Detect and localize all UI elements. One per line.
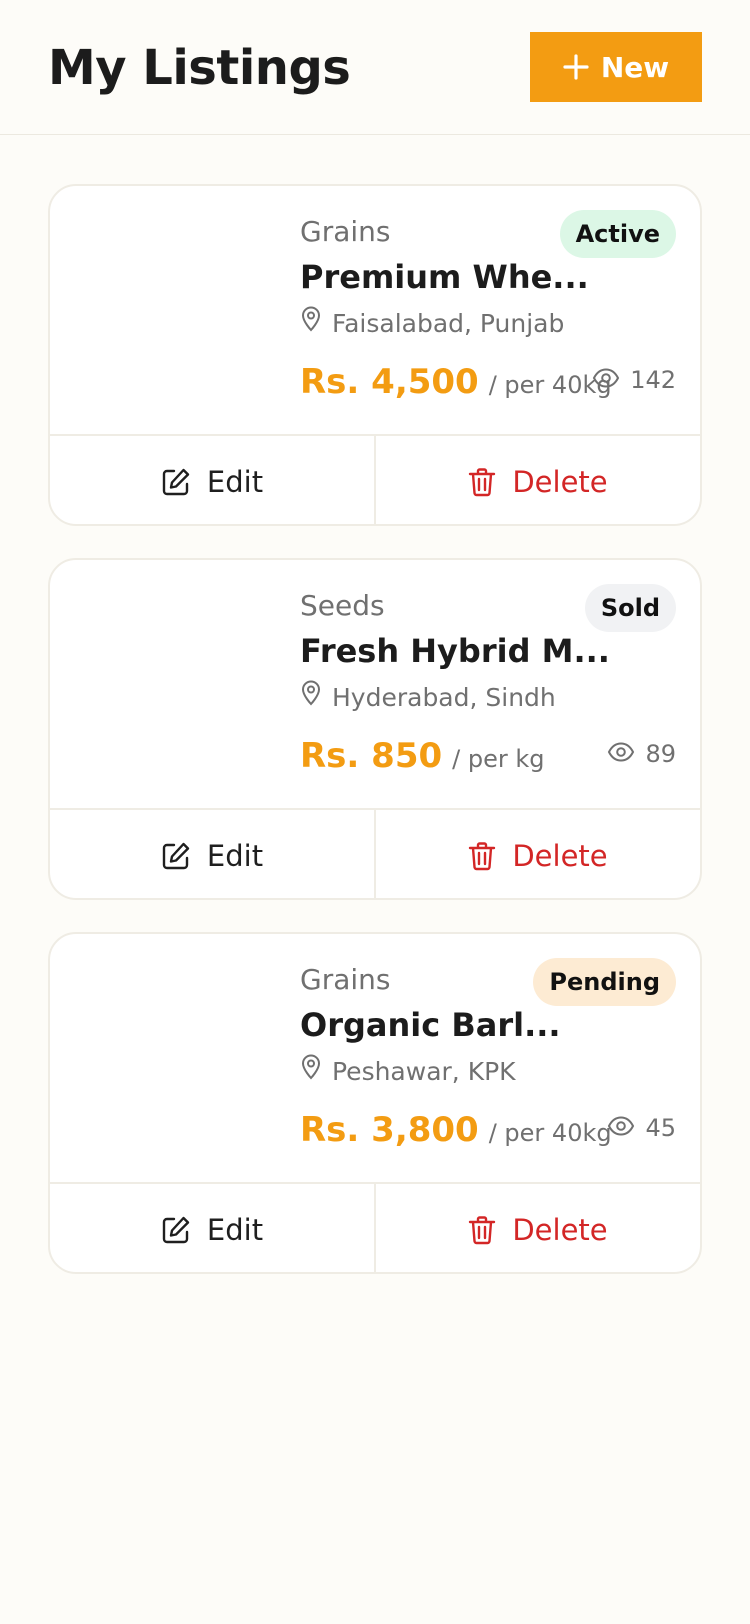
listing-category: Seeds bbox=[300, 589, 385, 622]
new-button-label: New bbox=[600, 50, 670, 84]
map-pin-icon bbox=[300, 680, 322, 715]
map-pin-icon bbox=[300, 1054, 322, 1089]
eye-icon bbox=[607, 1114, 635, 1142]
trash-icon bbox=[468, 841, 496, 871]
delete-label: Delete bbox=[512, 1213, 608, 1247]
listing-title: Fresh Hybrid M... bbox=[300, 632, 610, 670]
price-row: Rs. 850 / per kg bbox=[300, 736, 545, 776]
view-count: 142 bbox=[592, 366, 676, 394]
trash-icon bbox=[468, 467, 496, 497]
listing-title: Premium Whe... bbox=[300, 258, 589, 296]
listing-actions: Edit Delete bbox=[50, 808, 700, 898]
eye-icon bbox=[607, 740, 635, 768]
status-badge: Active bbox=[559, 210, 676, 258]
trash-icon bbox=[468, 1215, 496, 1245]
listing-actions: Edit Delete bbox=[50, 1182, 700, 1272]
new-listing-button[interactable]: New bbox=[530, 32, 702, 102]
edit-button[interactable]: Edit bbox=[50, 810, 376, 898]
delete-label: Delete bbox=[512, 465, 608, 499]
listing-location: Peshawar, KPK bbox=[300, 1054, 516, 1089]
listing-image bbox=[70, 580, 280, 790]
price-unit: / per kg bbox=[452, 745, 545, 773]
edit-label: Edit bbox=[206, 1213, 264, 1247]
views-text: 89 bbox=[645, 740, 676, 768]
listing-price: Rs. 850 bbox=[300, 736, 443, 776]
listing-title: Organic Barl... bbox=[300, 1006, 561, 1044]
edit-button[interactable]: Edit bbox=[50, 436, 376, 524]
view-count: 45 bbox=[607, 1114, 676, 1142]
view-count: 89 bbox=[607, 740, 676, 768]
listings-list: Grains Active Premium Whe... Faisalabad,… bbox=[48, 184, 702, 1306]
price-row: Rs. 4,500 / per 40kg bbox=[300, 362, 612, 402]
app-header: My Listings New bbox=[0, 0, 750, 135]
listing-category: Grains bbox=[300, 215, 391, 248]
price-unit: / per 40kg bbox=[488, 1119, 612, 1147]
listing-image bbox=[70, 954, 280, 1164]
listing-image bbox=[70, 206, 280, 416]
edit-label: Edit bbox=[206, 839, 264, 873]
delete-button[interactable]: Delete bbox=[376, 1184, 700, 1272]
edit-icon bbox=[161, 841, 191, 871]
edit-icon bbox=[161, 467, 191, 497]
views-text: 45 bbox=[645, 1114, 676, 1142]
listing-card[interactable]: Grains Active Premium Whe... Faisalabad,… bbox=[48, 184, 702, 526]
location-text: Peshawar, KPK bbox=[332, 1056, 516, 1086]
location-text: Faisalabad, Punjab bbox=[332, 308, 565, 338]
page-title: My Listings bbox=[48, 40, 351, 96]
delete-button[interactable]: Delete bbox=[376, 436, 700, 524]
listing-card[interactable]: Seeds Sold Fresh Hybrid M... Hyderabad, … bbox=[48, 558, 702, 900]
plus-icon bbox=[563, 54, 589, 80]
delete-button[interactable]: Delete bbox=[376, 810, 700, 898]
price-row: Rs. 3,800 / per 40kg bbox=[300, 1110, 612, 1150]
listing-location: Hyderabad, Sindh bbox=[300, 680, 556, 715]
listing-price: Rs. 4,500 bbox=[300, 362, 479, 402]
edit-button[interactable]: Edit bbox=[50, 1184, 376, 1272]
views-text: 142 bbox=[630, 366, 676, 394]
status-badge: Sold bbox=[584, 584, 676, 632]
listing-card[interactable]: Grains Pending Organic Barl... Peshawar,… bbox=[48, 932, 702, 1274]
listing-category: Grains bbox=[300, 963, 391, 996]
listing-price: Rs. 3,800 bbox=[300, 1110, 479, 1150]
delete-label: Delete bbox=[512, 839, 608, 873]
edit-icon bbox=[161, 1215, 191, 1245]
eye-icon bbox=[592, 366, 620, 394]
map-pin-icon bbox=[300, 306, 322, 341]
location-text: Hyderabad, Sindh bbox=[332, 682, 556, 712]
listing-actions: Edit Delete bbox=[50, 434, 700, 524]
edit-label: Edit bbox=[206, 465, 264, 499]
status-badge: Pending bbox=[533, 958, 676, 1006]
listing-location: Faisalabad, Punjab bbox=[300, 306, 564, 341]
